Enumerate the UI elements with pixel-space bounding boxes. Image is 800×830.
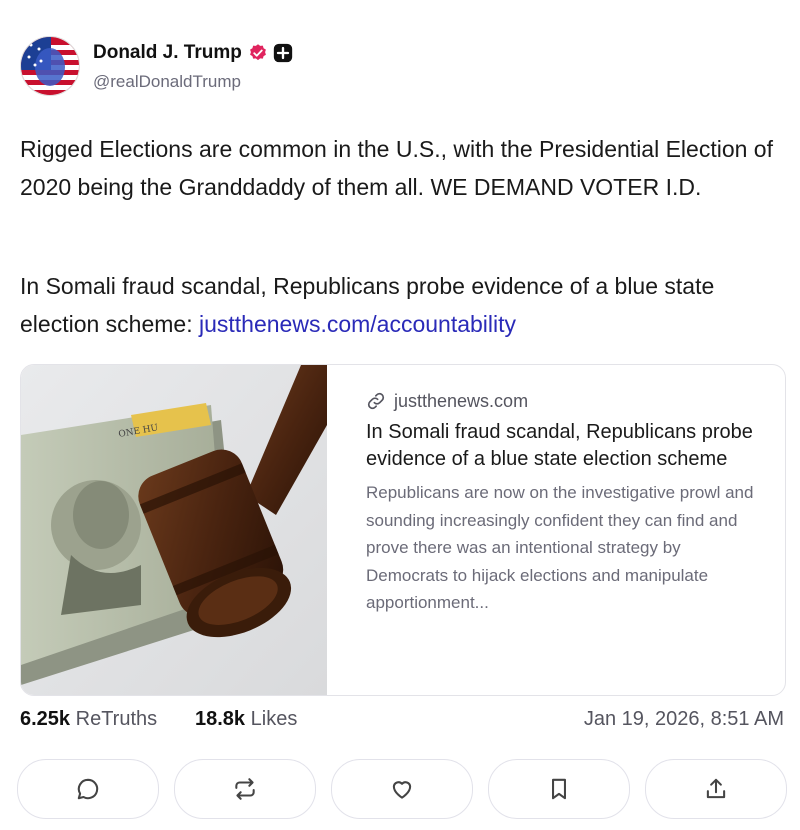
bookmark-button[interactable] bbox=[488, 759, 630, 819]
retruths-stat[interactable]: 6.25k ReTruths bbox=[20, 708, 157, 731]
retruth-button[interactable] bbox=[174, 759, 316, 819]
comment-icon bbox=[77, 778, 99, 800]
verified-badge-icon bbox=[249, 44, 266, 61]
card-domain-row: justthenews.com bbox=[366, 387, 766, 415]
gavel-on-hundred-dollar-bills-image: ONE HU bbox=[21, 365, 327, 695]
card-description: Republicans are now on the investigative… bbox=[366, 483, 754, 612]
link-preview-card[interactable]: ONE HU justthenews.com In Somali fraud s… bbox=[20, 364, 786, 696]
author-handle[interactable]: @realDonaldTrump bbox=[93, 72, 241, 92]
card-domain: justthenews.com bbox=[394, 390, 529, 411]
post-stats: 6.25k ReTruths 18.8k Likes Jan 19, 2026,… bbox=[20, 708, 784, 738]
reply-button[interactable] bbox=[17, 759, 159, 819]
repost-icon bbox=[235, 778, 255, 800]
share-icon bbox=[706, 778, 726, 799]
post-paragraph-2: In Somali fraud scandal, Republicans pro… bbox=[20, 267, 785, 343]
likes-label: Likes bbox=[250, 708, 298, 730]
post-link[interactable]: justthenews.com/accountability bbox=[199, 311, 516, 337]
link-icon bbox=[367, 392, 385, 410]
author-name[interactable]: Donald J. Trump bbox=[93, 42, 242, 64]
card-body: justthenews.com In Somali fraud scandal,… bbox=[366, 387, 766, 617]
plus-badge-icon bbox=[273, 43, 293, 63]
likes-stat[interactable]: 18.8k Likes bbox=[195, 708, 297, 731]
post-paragraph-1: Rigged Elections are common in the U.S.,… bbox=[20, 136, 773, 200]
like-button[interactable] bbox=[331, 759, 473, 819]
share-button[interactable] bbox=[645, 759, 787, 819]
avatar-image bbox=[21, 37, 79, 95]
likes-count: 18.8k bbox=[195, 708, 246, 730]
retruths-count: 6.25k bbox=[20, 708, 71, 730]
post-body: Rigged Elections are common in the U.S.,… bbox=[20, 130, 785, 206]
card-title: In Somali fraud scandal, Republicans pro… bbox=[366, 421, 753, 470]
author-name-row: Donald J. Trump bbox=[93, 40, 293, 66]
avatar[interactable] bbox=[20, 36, 80, 96]
post-header: Donald J. Trump @realDonaldTrump bbox=[20, 36, 780, 96]
retruths-label: ReTruths bbox=[75, 708, 158, 730]
post-timestamp[interactable]: Jan 19, 2026, 8:51 AM bbox=[584, 708, 784, 731]
post-body-2: In Somali fraud scandal, Republicans pro… bbox=[20, 267, 785, 343]
bookmark-icon bbox=[552, 778, 566, 800]
heart-icon bbox=[392, 781, 412, 799]
action-bar bbox=[17, 759, 787, 819]
